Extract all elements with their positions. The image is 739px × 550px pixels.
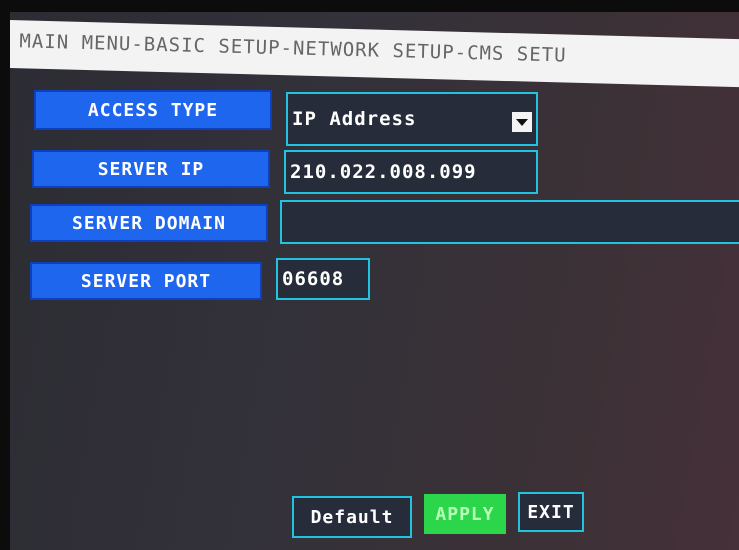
access-type-value: IP Address: [292, 108, 417, 130]
server-port-input[interactable]: 06608: [276, 258, 370, 300]
server-port-label: SERVER PORT: [30, 262, 262, 300]
access-type-select[interactable]: IP Address: [286, 92, 538, 146]
breadcrumb-text: MAIN MENU-BASIC SETUP-NETWORK SETUP-CMS …: [19, 30, 567, 67]
server-ip-input[interactable]: 210.022.008.099: [284, 150, 538, 194]
dvr-screen: MAIN MENU-BASIC SETUP-NETWORK SETUP-CMS …: [10, 12, 739, 550]
apply-button[interactable]: APPLY: [424, 494, 506, 534]
server-ip-value: 210.022.008.099: [290, 161, 477, 183]
chevron-down-icon[interactable]: [512, 112, 532, 132]
default-button[interactable]: Default: [292, 496, 412, 538]
server-port-value: 06608: [282, 268, 345, 290]
server-domain-input[interactable]: [280, 200, 739, 244]
cms-setup-form: ACCESS TYPE IP Address SERVER IP 210.022…: [30, 72, 739, 332]
access-type-label: ACCESS TYPE: [34, 90, 272, 130]
server-domain-label: SERVER DOMAIN: [30, 204, 268, 242]
exit-button[interactable]: EXIT: [518, 492, 584, 532]
server-ip-label: SERVER IP: [32, 150, 270, 188]
